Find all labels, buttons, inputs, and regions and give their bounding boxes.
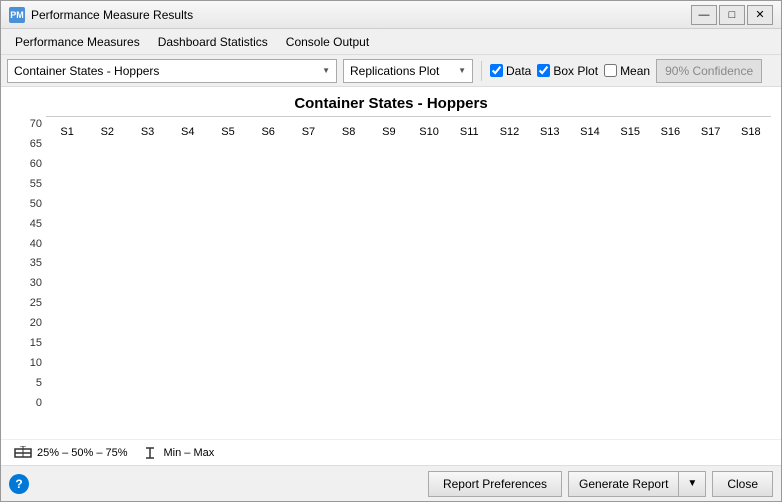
plot-dropdown[interactable]: Replications Plot ▼ <box>343 59 473 83</box>
generate-report-button[interactable]: Generate Report <box>568 471 678 497</box>
report-preferences-button[interactable]: Report Preferences <box>428 471 562 497</box>
plot-dropdown-arrow: ▼ <box>458 66 466 75</box>
chart-area: Container States - Hoppers 70 65 60 55 5… <box>1 87 781 465</box>
y-label-50: 50 <box>30 198 42 210</box>
app-icon: PM <box>9 7 25 23</box>
y-label-55: 55 <box>30 178 42 190</box>
y-label-40: 40 <box>30 238 42 250</box>
data-checkbox-group[interactable]: Data <box>490 64 531 78</box>
chart-title: Container States - Hoppers <box>1 87 781 116</box>
generate-report-dropdown-arrow[interactable]: ▼ <box>678 471 706 497</box>
legend-box-icon <box>13 446 33 460</box>
x-label-s12: S12 <box>489 126 529 138</box>
chart-container: 70 65 60 55 50 45 40 35 30 25 20 15 10 5… <box>1 116 781 439</box>
y-label-0: 0 <box>36 397 42 409</box>
title-bar: PM Performance Measure Results — □ ✕ <box>1 1 781 29</box>
status-bar: ? Report Preferences Generate Report ▼ C… <box>1 465 781 501</box>
data-checkbox-label: Data <box>506 64 531 78</box>
x-label-s4: S4 <box>168 126 208 138</box>
y-label-5: 5 <box>36 377 42 389</box>
x-label-s9: S9 <box>369 126 409 138</box>
x-label-s1: S1 <box>47 126 87 138</box>
legend-bar: 25% – 50% – 75% Min – Max <box>1 439 781 465</box>
data-checkbox[interactable] <box>490 64 503 77</box>
generate-report-group: Generate Report ▼ <box>568 471 706 497</box>
y-label-60: 60 <box>30 158 42 170</box>
legend-min-max: Min – Max <box>140 446 215 460</box>
x-labels: S1 S2 S3 S4 S5 S6 S7 S8 S9 S10 S11 S12 S… <box>47 126 771 138</box>
x-label-s16: S16 <box>650 126 690 138</box>
y-label-15: 15 <box>30 337 42 349</box>
y-label-25: 25 <box>30 297 42 309</box>
confidence-button[interactable]: 90% Confidence <box>656 59 762 83</box>
toolbar-separator-1 <box>481 61 482 81</box>
legend-minmax-label: Min – Max <box>164 447 215 459</box>
legend-box-label: 25% – 50% – 75% <box>37 447 128 459</box>
box-plot-checkbox-label: Box Plot <box>553 64 598 78</box>
title-controls: — □ ✕ <box>691 5 773 25</box>
mean-checkbox[interactable] <box>604 64 617 77</box>
x-label-s8: S8 <box>329 126 369 138</box>
x-label-s13: S13 <box>530 126 570 138</box>
y-label-65: 65 <box>30 138 42 150</box>
title-bar-left: PM Performance Measure Results <box>9 7 193 23</box>
legend-box-plot: 25% – 50% – 75% <box>13 446 128 460</box>
legend-minmax-icon <box>140 446 160 460</box>
minimize-button[interactable]: — <box>691 5 717 25</box>
menu-dashboard-statistics[interactable]: Dashboard Statistics <box>150 32 276 52</box>
plot-area: Min: 33 <box>46 116 771 117</box>
x-label-s18: S18 <box>731 126 771 138</box>
y-label-10: 10 <box>30 357 42 369</box>
x-label-s7: S7 <box>288 126 328 138</box>
container-dropdown[interactable]: Container States - Hoppers ▼ <box>7 59 337 83</box>
help-button[interactable]: ? <box>9 474 29 494</box>
close-window-button[interactable]: ✕ <box>747 5 773 25</box>
plot-dropdown-value: Replications Plot <box>350 64 439 78</box>
x-label-s11: S11 <box>449 126 489 138</box>
toolbar: Container States - Hoppers ▼ Replication… <box>1 55 781 87</box>
y-label-35: 35 <box>30 257 42 269</box>
x-label-s2: S2 <box>87 126 127 138</box>
x-label-s5: S5 <box>208 126 248 138</box>
window-title: Performance Measure Results <box>31 8 193 22</box>
y-label-20: 20 <box>30 317 42 329</box>
x-label-s6: S6 <box>248 126 288 138</box>
x-label-s17: S17 <box>691 126 731 138</box>
container-dropdown-arrow: ▼ <box>322 66 330 75</box>
menu-console-output[interactable]: Console Output <box>278 32 377 52</box>
x-label-s15: S15 <box>610 126 650 138</box>
y-axis: 70 65 60 55 50 45 40 35 30 25 20 15 10 5… <box>1 116 46 439</box>
x-label-s14: S14 <box>570 126 610 138</box>
main-window: PM Performance Measure Results — □ ✕ Per… <box>0 0 782 502</box>
box-plot-checkbox[interactable] <box>537 64 550 77</box>
y-label-45: 45 <box>30 218 42 230</box>
maximize-button[interactable]: □ <box>719 5 745 25</box>
y-label-30: 30 <box>30 277 42 289</box>
container-dropdown-value: Container States - Hoppers <box>14 64 159 78</box>
close-button[interactable]: Close <box>712 471 773 497</box>
status-left: ? <box>9 474 29 494</box>
mean-checkbox-label: Mean <box>620 64 650 78</box>
x-label-s10: S10 <box>409 126 449 138</box>
box-plot-checkbox-group[interactable]: Box Plot <box>537 64 598 78</box>
y-label-70: 70 <box>30 118 42 130</box>
menu-performance-measures[interactable]: Performance Measures <box>7 32 148 52</box>
status-right: Report Preferences Generate Report ▼ Clo… <box>428 471 773 497</box>
x-label-s3: S3 <box>127 126 167 138</box>
plot-wrapper: Min: 33 <box>46 116 771 439</box>
menu-bar: Performance Measures Dashboard Statistic… <box>1 29 781 55</box>
mean-checkbox-group[interactable]: Mean <box>604 64 650 78</box>
